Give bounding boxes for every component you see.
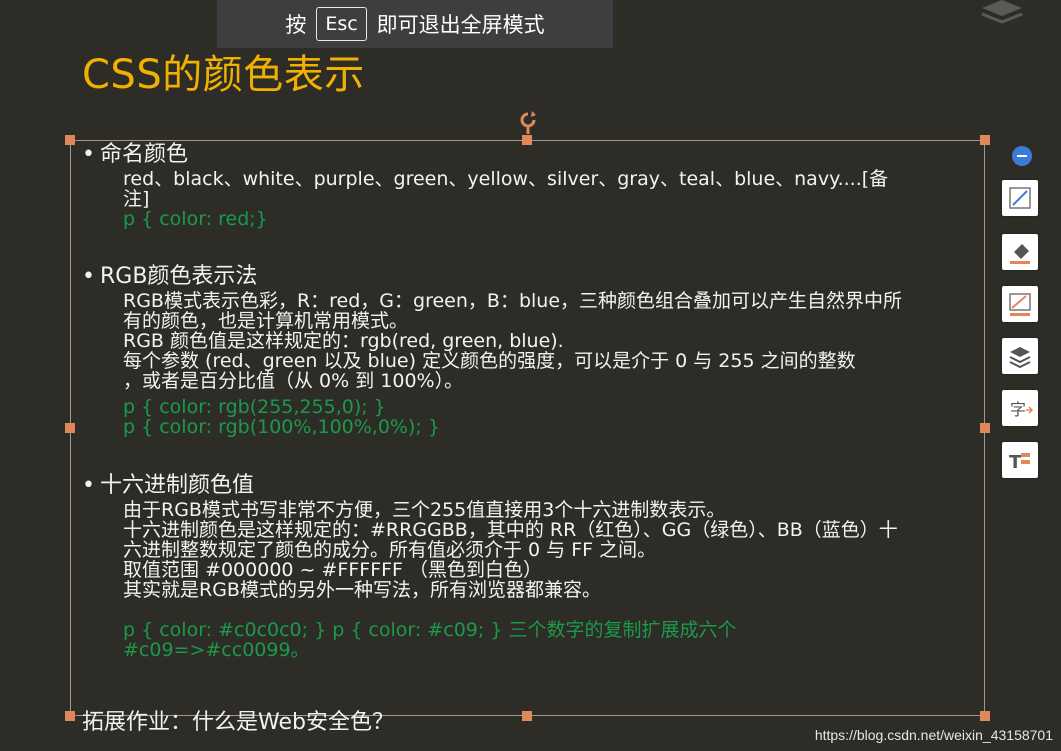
body-line: RGB 颜色值是这样规定的：rgb(red, green, blue). — [123, 330, 564, 352]
bullet-heading: • 命名颜色 — [82, 142, 189, 167]
code-line: p { color: rgb(100%,100%,0%); } — [123, 416, 440, 438]
svg-text:T: T — [1009, 452, 1022, 473]
body-line: 每个参数 (red、green 以及 blue) 定义颜色的强度，可以是介于 0… — [123, 350, 856, 372]
code-line: p { color: rgb(255,255,0); } — [123, 396, 386, 418]
bullet-heading: • RGB颜色表示法 — [82, 264, 258, 289]
slide-title: CSS的颜色表示 — [82, 52, 365, 98]
extension-homework: 拓展作业：什么是Web安全色？ — [82, 710, 394, 735]
text-format-icon[interactable]: T — [1002, 442, 1038, 478]
code-line: p { color: red;} — [123, 208, 268, 230]
resize-handle-top-right[interactable] — [980, 135, 990, 145]
text-replace-icon[interactable]: 字 — [1002, 390, 1038, 426]
body-line: 有的颜色，也是计算机常用模式。 — [123, 310, 409, 332]
banner-suffix: 即可退出全屏模式 — [376, 13, 545, 37]
section-body: RGB模式表示色彩，R：red，G：green，B：blue，三种颜色组合叠加可… — [123, 291, 902, 437]
section-hex: • 十六进制颜色值 由于RGB模式书写非常不方便，三个255值直接用3个十六进制数… — [82, 472, 898, 660]
rotate-handle-icon[interactable] — [518, 110, 538, 134]
section-body: red、black、white、purple、green、yellow、silv… — [123, 169, 888, 229]
body-line: 其实就是RGB模式的另外一种写法，所有浏览器都兼容。 — [123, 579, 601, 601]
resize-handle-top-left[interactable] — [65, 135, 75, 145]
code-line: #c09=>#cc0099。 — [123, 639, 310, 661]
svg-text:字: 字 — [1010, 400, 1026, 419]
fullscreen-exit-banner: 按 Esc 即可退出全屏模式 — [217, 0, 613, 48]
esc-key-badge: Esc — [316, 7, 367, 41]
outline-icon[interactable] — [1002, 286, 1038, 322]
section-named-colors: • 命名颜色 red、black、white、purple、green、yello… — [82, 141, 888, 229]
code-line: p { color: #c0c0c0; } p { color: #c09; }… — [123, 619, 737, 641]
resize-handle-middle-left[interactable] — [65, 423, 75, 433]
fill-icon[interactable] — [1002, 234, 1038, 270]
resize-handle-bottom-left[interactable] — [65, 711, 75, 721]
collapse-icon[interactable] — [1012, 146, 1032, 166]
body-line: 取值范围 #000000 ~ #FFFFFF （黑色到白色） — [123, 559, 543, 581]
resize-handle-bottom-right[interactable] — [980, 711, 990, 721]
edit-shape-icon[interactable] — [1002, 180, 1038, 216]
body-line: 注] — [123, 188, 150, 210]
resize-handle-middle-right[interactable] — [980, 423, 990, 433]
section-rgb: • RGB颜色表示法 RGB模式表示色彩，R：red，G：green，B：blue… — [82, 263, 902, 437]
body-line: RGB模式表示色彩，R：red，G：green，B：blue，三种颜色组合叠加可… — [123, 290, 903, 312]
csdn-watermark: https://blog.csdn.net/weixin_43158701 — [814, 727, 1053, 743]
bullet-heading: • 十六进制颜色值 — [82, 473, 255, 498]
body-line: 由于RGB模式书写非常不方便，三个255值直接用3个十六进制数表示。 — [123, 499, 726, 521]
banner-prefix: 按 — [285, 13, 307, 37]
body-line: red、black、white、purple、green、yellow、silv… — [123, 168, 889, 190]
layers-icon[interactable] — [1002, 338, 1038, 374]
slide-canvas: 按 Esc 即可退出全屏模式 CSS的颜色表示 • 命名颜色 red、black、… — [0, 0, 1061, 751]
body-line: 六进制整数规定了颜色的成分。所有值必须介于 0 与 FF 之间。 — [123, 539, 657, 561]
body-line: ，或者是百分比值（从 0% 到 100%）。 — [123, 370, 464, 392]
layers-logo-icon — [981, 0, 1023, 24]
section-body: 由于RGB模式书写非常不方便，三个255值直接用3个十六进制数表示。 十六进制颜… — [123, 500, 898, 660]
resize-handle-bottom-center[interactable] — [522, 711, 532, 721]
body-line: 十六进制颜色是这样规定的：#RRGGBB，其中的 RR（红色）、GG（绿色）、B… — [123, 519, 898, 541]
